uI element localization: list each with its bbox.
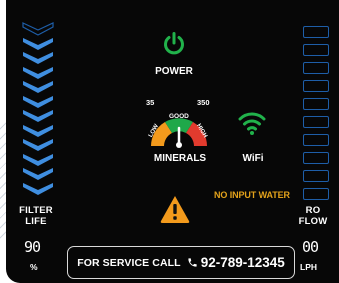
filter-life-segment [23, 139, 53, 151]
filter-life-value: 90 [24, 238, 41, 256]
ro-flow-segment [303, 116, 329, 128]
filter-life-segment [23, 182, 53, 195]
filter-life-segment [23, 95, 53, 108]
filter-life-segment [23, 52, 53, 64]
ro-flow-segment [303, 98, 329, 110]
power-label: POWER [155, 66, 193, 77]
power-icon [164, 32, 184, 55]
ro-flow-label: RO FLOW [290, 205, 336, 227]
filter-life-level-indicator [22, 22, 54, 196]
ro-flow-segment [303, 62, 329, 74]
power-button[interactable] [161, 30, 187, 61]
gauge-max-tick: 350 [197, 98, 210, 107]
ro-flow-segment [303, 134, 329, 146]
filter-life-unit: % [30, 262, 38, 272]
ro-flow-value: 00 [302, 238, 319, 256]
display-panel: FILTER LIFE 90 % POWER 35 350 GOOD LOW H… [6, 0, 339, 283]
water-purifier-display: FILTER LIFE 90 % POWER 35 350 GOOD LOW H… [0, 0, 339, 283]
wifi-status[interactable] [238, 110, 266, 141]
filter-life-segment [23, 124, 53, 137]
ro-flow-segment [303, 80, 329, 92]
filter-life-label-line1: FILTER [19, 205, 53, 216]
filter-life-segment [23, 110, 53, 122]
ro-flow-unit: LPH [300, 262, 317, 272]
warning-indicator [159, 194, 191, 229]
ro-flow-segment [303, 44, 329, 56]
filter-life-segment [23, 37, 53, 50]
filter-life-segment [23, 66, 53, 79]
ro-flow-level-indicator [303, 26, 329, 206]
ro-flow-segment [303, 188, 329, 200]
no-input-water-warning: NO INPUT WATER [214, 190, 290, 200]
ro-flow-segment [303, 170, 329, 182]
service-phone-number[interactable]: 92-789-12345 [201, 255, 285, 270]
ro-flow-label-line1: RO [305, 205, 321, 216]
warning-icon [160, 196, 190, 223]
filter-life-segment [22, 22, 54, 36]
service-call-box: FOR SERVICE CALL 92-789-12345 [67, 246, 295, 279]
wifi-icon [238, 112, 266, 135]
wifi-label: WiFi [242, 153, 264, 164]
gauge-good-label: GOOD [169, 113, 189, 120]
filter-life-label: FILTER LIFE [12, 205, 60, 227]
ro-flow-segment [303, 26, 329, 38]
minerals-label: MINERALS [153, 153, 207, 164]
ro-flow-segment [303, 152, 329, 164]
filter-life-segment [23, 153, 53, 166]
phone-icon [188, 258, 197, 267]
filter-life-segment [23, 81, 53, 93]
filter-life-segment [23, 168, 53, 180]
ro-flow-label-line2: FLOW [298, 216, 328, 227]
gauge-min-tick: 35 [146, 98, 155, 107]
service-call-label: FOR SERVICE CALL [77, 256, 181, 269]
filter-life-label-line2: LIFE [25, 216, 47, 227]
